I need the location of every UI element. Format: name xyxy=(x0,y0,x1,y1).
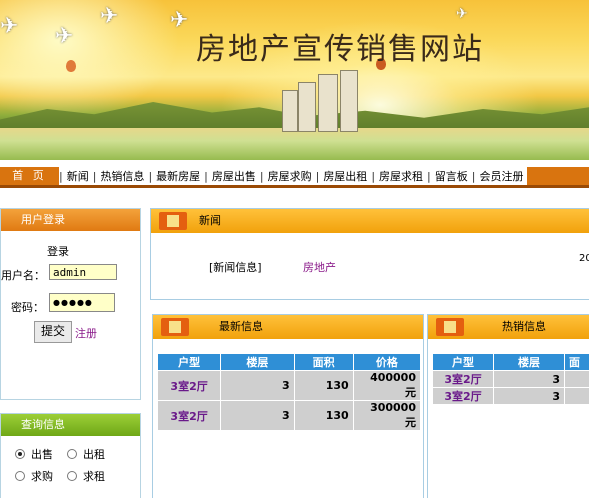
query-header: 查询信息 xyxy=(1,414,140,436)
cell-type[interactable]: 3室2厅 xyxy=(433,371,493,387)
cell-type[interactable]: 3室2厅 xyxy=(433,388,493,404)
latest-table: 户型 楼层 面积 价格 3室2厅 3 130 400000 元 3室2厅 3 1… xyxy=(157,353,421,431)
nav-link[interactable]: 房屋求购 xyxy=(264,168,316,184)
banner-building xyxy=(282,90,298,132)
username-input[interactable] xyxy=(49,264,117,280)
nav-link[interactable]: 热销信息 xyxy=(96,168,148,184)
password-input[interactable]: ●●●●● xyxy=(49,293,115,312)
crane-icon: ✈ xyxy=(170,8,189,33)
nav-link[interactable]: 房屋出租 xyxy=(319,168,371,184)
radio-label: 求购 xyxy=(31,470,53,483)
column-header: 面 xyxy=(565,354,589,370)
hot-header-title: 热销信息 xyxy=(502,320,546,333)
password-label: 密码： xyxy=(11,301,44,314)
table-row[interactable]: 3室2厅 3 130 300000 元 xyxy=(158,401,420,430)
house-icon xyxy=(161,318,189,336)
crane-icon: ✈ xyxy=(0,14,19,39)
radio-dot-icon xyxy=(15,449,25,459)
nav-link[interactable]: 会员注册 xyxy=(475,168,527,184)
radio-sell[interactable]: 出售 xyxy=(15,446,53,462)
nav-link[interactable]: 最新房屋 xyxy=(152,168,204,184)
latest-header-title: 最新信息 xyxy=(219,320,263,333)
radio-label: 出租 xyxy=(83,448,105,461)
nav-link[interactable]: 留言板 xyxy=(431,168,472,184)
nav-link[interactable]: 房屋出售 xyxy=(208,168,260,184)
column-header: 面积 xyxy=(294,354,353,370)
column-header: 户型 xyxy=(433,354,493,370)
news-item-date: 20 xyxy=(579,253,589,264)
news-header: 新闻 xyxy=(151,209,589,233)
news-panel: 新闻 [新闻信息] 房地产 20 xyxy=(150,208,589,300)
column-header: 户型 xyxy=(158,354,221,370)
cell-area: 130 xyxy=(294,371,353,400)
cell-price: 300000 元 xyxy=(353,401,420,430)
cell-floor: 3 xyxy=(494,388,564,404)
query-panel: 查询信息 出售 出租 求购 求租 xyxy=(0,413,141,498)
nav-link[interactable]: 房屋求租 xyxy=(375,168,427,184)
news-header-title: 新闻 xyxy=(199,214,221,227)
cell-floor: 3 xyxy=(494,371,564,387)
site-title: 房地产宣传销售网站 xyxy=(196,32,484,67)
login-header: 用户登录 xyxy=(1,209,140,231)
radio-dot-icon xyxy=(15,471,25,481)
radio-label: 出售 xyxy=(31,448,53,461)
nav-bar: 首 页 | 新闻 | 热销信息 | 最新房屋 | 房屋出售 | 房屋求购 | 房屋出租 | 房屋求租 | 留言… xyxy=(0,167,589,188)
crane-icon: ✈ xyxy=(55,24,74,49)
cell-area: 130 xyxy=(294,401,353,430)
cell-price: 400000 元 xyxy=(353,371,420,400)
crane-icon: ✈ xyxy=(456,6,468,22)
house-icon xyxy=(436,318,464,336)
radio-dot-icon xyxy=(67,471,77,481)
latest-header: 最新信息 xyxy=(153,315,423,339)
column-header: 价格 xyxy=(353,354,420,370)
cell-area xyxy=(565,371,589,387)
table-row[interactable]: 3室2厅 3 130 400000 元 xyxy=(158,371,420,400)
column-header: 楼层 xyxy=(221,354,294,370)
cell-type[interactable]: 3室2厅 xyxy=(158,401,221,430)
hot-panel: 热销信息 户型 楼层 面 3室2厅 3 3室2厅 3 xyxy=(427,314,589,498)
username-label: 用户名： xyxy=(1,269,45,282)
banner-building xyxy=(340,70,358,132)
radio-want-rent[interactable]: 求租 xyxy=(67,468,105,484)
banner-glow xyxy=(0,0,180,120)
submit-button[interactable]: 提交 xyxy=(34,321,72,343)
latest-panel: 最新信息 户型 楼层 面积 价格 3室2厅 3 130 400000 元 3室2… xyxy=(152,314,424,498)
balloon-icon xyxy=(66,60,76,72)
cell-type[interactable]: 3室2厅 xyxy=(158,371,221,400)
column-header: 楼层 xyxy=(494,354,564,370)
register-link[interactable]: 注册 xyxy=(75,325,97,341)
hot-header: 热销信息 xyxy=(428,315,589,339)
login-title: 登录 xyxy=(47,245,69,258)
banner-lake xyxy=(0,128,589,160)
table-row[interactable]: 3室2厅 3 xyxy=(433,371,589,387)
banner-building xyxy=(318,74,338,132)
radio-buy[interactable]: 求购 xyxy=(15,468,53,484)
news-item-tag: [新闻信息] xyxy=(209,261,262,274)
hot-table: 户型 楼层 面 3室2厅 3 3室2厅 3 xyxy=(432,353,589,405)
cell-floor: 3 xyxy=(221,401,294,430)
cell-area xyxy=(565,388,589,404)
nav-links: | 新闻 | 热销信息 | 最新房屋 | 房屋出售 | 房屋求购 | 房屋出租 | 房屋求租 | 留言板 | 会员… xyxy=(59,167,528,185)
main-nav: 首 页 | 新闻 | 热销信息 | 最新房屋 | 房屋出售 | 房屋求购 | 房屋出租 | 房屋求租 | 留言… xyxy=(0,160,589,198)
radio-label: 求租 xyxy=(83,470,105,483)
site-banner: ✈ ✈ ✈ ✈ ✈ 房地产宣传销售网站 xyxy=(0,0,589,160)
news-item-link[interactable]: 房地产 xyxy=(303,259,336,275)
login-panel: 用户登录 登录 用户名： 密码： ●●●●● 提交 注册 xyxy=(0,208,141,400)
nav-link[interactable]: 新闻 xyxy=(63,168,93,184)
crane-icon: ✈ xyxy=(100,4,119,29)
nav-home-link[interactable]: 首 页 xyxy=(0,167,59,185)
banner-building xyxy=(298,82,316,132)
house-icon xyxy=(159,212,187,230)
cell-floor: 3 xyxy=(221,371,294,400)
table-row[interactable]: 3室2厅 3 xyxy=(433,388,589,404)
radio-dot-icon xyxy=(67,449,77,459)
radio-rent[interactable]: 出租 xyxy=(67,446,105,462)
